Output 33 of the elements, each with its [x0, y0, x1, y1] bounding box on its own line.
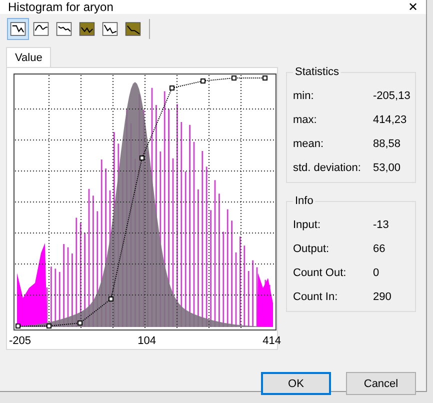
stat-value: 0	[373, 267, 380, 279]
tab[interactable]: Value	[6, 47, 52, 67]
stat-label: Count Out:	[293, 267, 348, 279]
cancel-button[interactable]: Cancel	[346, 372, 416, 395]
stat-label: Output:	[293, 243, 330, 255]
axis-label: 104	[138, 335, 156, 347]
stat-label: mean:	[293, 138, 325, 150]
stat-value: 290	[373, 291, 392, 303]
ok-button[interactable]: OK	[261, 372, 331, 395]
chart-icon	[79, 20, 95, 38]
stat-value: -13	[373, 219, 390, 231]
stat-value: 414,23	[373, 114, 408, 126]
stat-value: -205,13	[373, 90, 411, 102]
stat-value: 66	[373, 243, 386, 255]
axis-label: 414	[262, 335, 281, 347]
chart-icon	[102, 20, 118, 38]
stat-value: 88,58	[373, 138, 402, 150]
chart-icon	[56, 20, 72, 38]
stat-value: 53,00	[373, 162, 402, 174]
group-title: Info	[293, 195, 316, 207]
group-title: Statistics	[293, 66, 342, 78]
stat-label: Input:	[293, 219, 322, 231]
chart-icon	[125, 20, 141, 38]
close-button[interactable]: ✕	[408, 0, 418, 14]
stat-label: Count In:	[293, 291, 339, 303]
stat-label: std. deviation:	[293, 162, 362, 174]
chart-icon	[10, 20, 26, 38]
chart-icon	[33, 20, 49, 38]
toolbar-button[interactable]	[7, 18, 29, 40]
window-title: Histogram for aryon	[8, 0, 114, 14]
stat-label: min:	[293, 90, 315, 102]
stat-label: max:	[293, 114, 318, 126]
axis-label: -205	[9, 335, 32, 347]
